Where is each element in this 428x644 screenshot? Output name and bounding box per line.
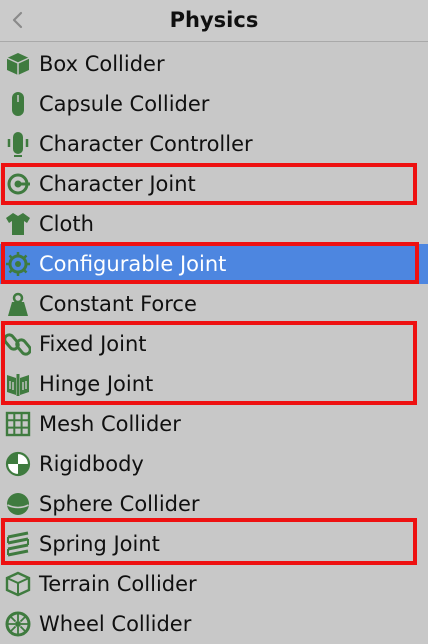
menu-item-wheel-collider[interactable]: Wheel Collider	[0, 604, 428, 644]
menu-item-label: Constant Force	[39, 292, 197, 316]
menu-item-label: Spring Joint	[39, 532, 160, 556]
spring-joint-icon	[4, 531, 32, 557]
menu-item-spring-joint[interactable]: Spring Joint	[0, 524, 428, 564]
wheel-collider-icon	[4, 611, 32, 637]
menu-item-label: Mesh Collider	[39, 412, 181, 436]
menu-item-constant-force[interactable]: Constant Force	[0, 284, 428, 324]
menu-item-label: Sphere Collider	[39, 492, 200, 516]
menu-item-sphere-collider[interactable]: Sphere Collider	[0, 484, 428, 524]
menu-item-label: Capsule Collider	[39, 92, 210, 116]
menu-item-label: Rigidbody	[39, 452, 144, 476]
component-list: Box Collider Capsule Collider Character …	[0, 44, 428, 644]
fixed-joint-icon	[4, 331, 32, 357]
chevron-left-icon	[12, 11, 23, 29]
terrain-collider-icon	[4, 571, 32, 597]
box-collider-icon	[4, 51, 32, 77]
menu-item-label: Wheel Collider	[39, 612, 192, 636]
hinge-joint-icon	[4, 371, 32, 397]
menu-item-cloth[interactable]: Cloth	[0, 204, 428, 244]
menu-item-configurable-joint[interactable]: Configurable Joint	[0, 244, 428, 284]
menu-item-label: Terrain Collider	[39, 572, 197, 596]
menu-item-label: Character Joint	[39, 172, 196, 196]
mesh-collider-icon	[4, 411, 32, 437]
menu-item-box-collider[interactable]: Box Collider	[0, 44, 428, 84]
menu-item-label: Configurable Joint	[39, 252, 227, 276]
capsule-collider-icon	[4, 91, 32, 117]
menu-item-character-controller[interactable]: Character Controller	[0, 124, 428, 164]
menu-item-fixed-joint[interactable]: Fixed Joint	[0, 324, 428, 364]
menu-item-label: Cloth	[39, 212, 94, 236]
menu-item-label: Hinge Joint	[39, 372, 154, 396]
back-button[interactable]	[8, 8, 28, 32]
configurable-joint-icon	[4, 251, 32, 277]
menu-item-rigidbody[interactable]: Rigidbody	[0, 444, 428, 484]
menu-item-character-joint[interactable]: Character Joint	[0, 164, 428, 204]
menu-title: Physics	[169, 8, 259, 32]
menu-item-label: Character Controller	[39, 132, 253, 156]
menu-item-capsule-collider[interactable]: Capsule Collider	[0, 84, 428, 124]
constant-force-icon	[4, 291, 32, 317]
rigidbody-icon	[4, 451, 32, 477]
menu-header: Physics	[0, 0, 428, 42]
menu-item-terrain-collider[interactable]: Terrain Collider	[0, 564, 428, 604]
character-controller-icon	[4, 131, 32, 157]
menu-item-label: Fixed Joint	[39, 332, 147, 356]
menu-item-label: Box Collider	[39, 52, 165, 76]
cloth-icon	[4, 211, 32, 237]
menu-item-mesh-collider[interactable]: Mesh Collider	[0, 404, 428, 444]
sphere-collider-icon	[4, 491, 32, 517]
character-joint-icon	[4, 171, 32, 197]
menu-item-hinge-joint[interactable]: Hinge Joint	[0, 364, 428, 404]
